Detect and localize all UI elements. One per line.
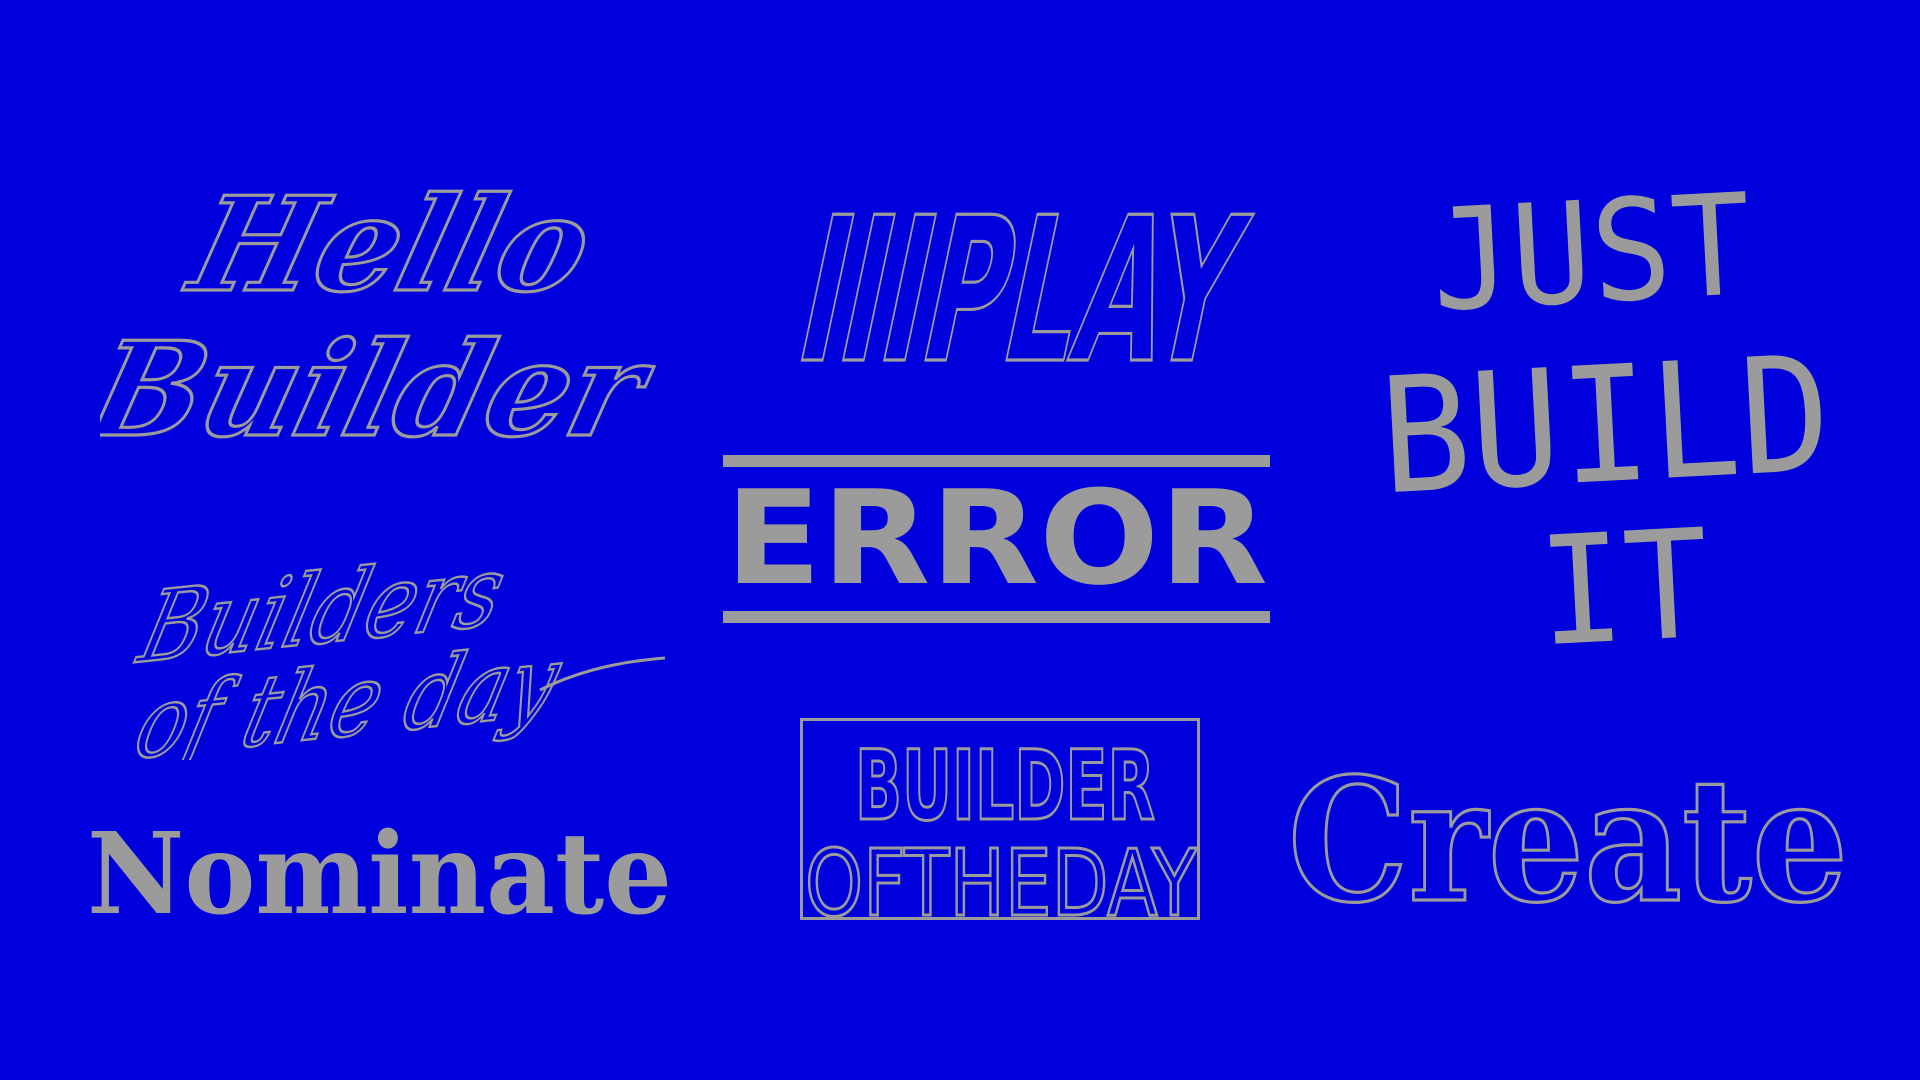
- just-build-it-wordmark: JUST BUILD IT: [1376, 170, 1835, 670]
- builder-box-svg: BUILDER OFTHEDAY: [804, 729, 1198, 918]
- build-text: BUILD: [1376, 320, 1835, 530]
- iiiplay-wordmark: IIIPLAY: [790, 180, 1264, 380]
- builders-of-the-day-wordmark: Builders of the day: [124, 540, 666, 760]
- nominate-text: Nominate: [87, 815, 672, 925]
- error-top-rule: [723, 455, 1270, 467]
- builder-box-text: BUILDER: [855, 730, 1155, 842]
- iiiplay-text: IIIPLAY: [790, 180, 1263, 380]
- just-text: JUST: [1427, 170, 1755, 344]
- hello-builder-wordmark: Hello Builder: [100, 167, 669, 450]
- of-the-day-box-text: OFTHEDAY: [805, 830, 1197, 917]
- error-bottom-rule: [723, 611, 1270, 623]
- nominate-wordmark: Nominate: [87, 815, 672, 925]
- error-block: ERROR: [723, 455, 1270, 625]
- error-text: ERROR: [725, 479, 1268, 591]
- create-wordmark: Create: [1286, 745, 1849, 925]
- artboard: Hello Builder IIIPLAY ERROR JUST BUILD I…: [0, 0, 1920, 1080]
- hello-text: Hello: [173, 169, 606, 322]
- builder-of-the-day-box: BUILDER OFTHEDAY: [800, 718, 1200, 920]
- builder-text: Builder: [100, 314, 668, 450]
- error-text-svg: ERROR: [725, 479, 1268, 591]
- it-text: IT: [1534, 498, 1713, 670]
- create-text: Create: [1288, 745, 1848, 925]
